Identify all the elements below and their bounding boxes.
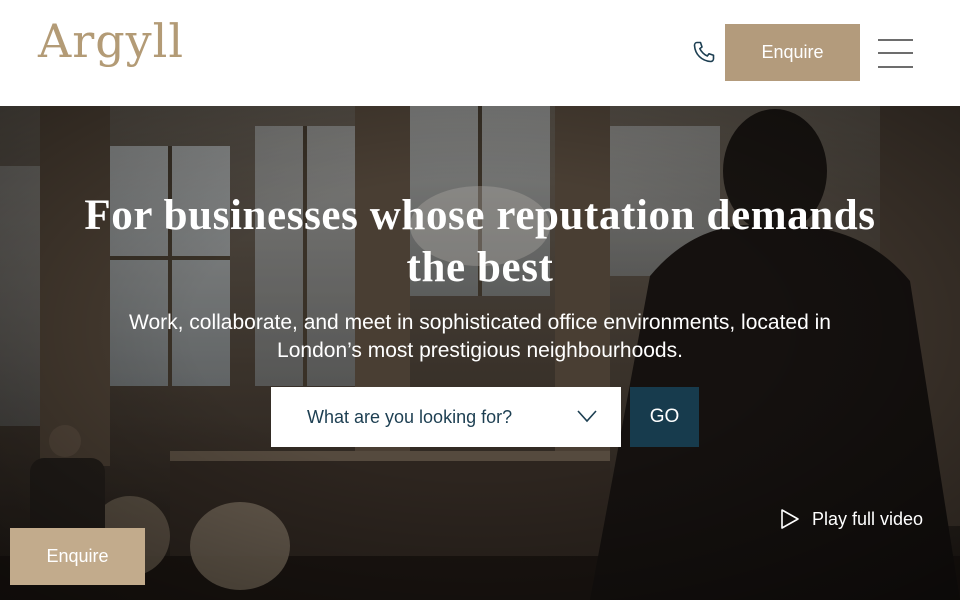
hamburger-menu-icon[interactable] xyxy=(878,38,913,68)
go-button[interactable]: GO xyxy=(630,387,699,447)
hero-headline: For businesses whose reputation demands … xyxy=(84,192,876,291)
play-full-video-label: Play full video xyxy=(812,508,924,529)
floating-enquire-button[interactable]: Enquire xyxy=(10,528,145,585)
enquire-button[interactable]: Enquire xyxy=(725,24,860,81)
logo[interactable]: Argyll xyxy=(38,14,184,68)
hero-subheading: Work, collaborate, and meet in sophistic… xyxy=(129,311,831,362)
play-icon xyxy=(781,509,799,529)
search-dropdown-placeholder: What are you looking for? xyxy=(307,406,513,427)
hero-section: For businesses whose reputation demands … xyxy=(0,106,960,600)
search-dropdown[interactable]: What are you looking for? xyxy=(271,387,621,447)
play-full-video-link[interactable]: Play full video xyxy=(780,506,923,532)
chevron-down-icon xyxy=(577,410,597,423)
site-header: Argyll Enquire xyxy=(0,0,960,106)
phone-icon[interactable] xyxy=(692,40,716,64)
